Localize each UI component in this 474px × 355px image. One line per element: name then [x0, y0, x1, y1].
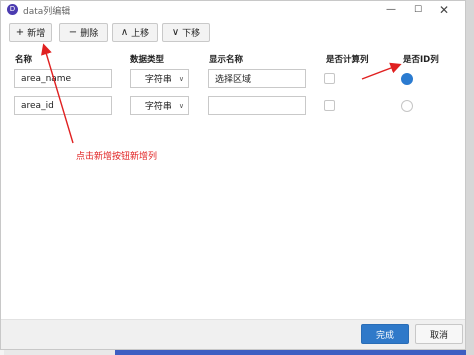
move-up-button-label: 上移 [131, 29, 150, 39]
app-icon: D [7, 4, 18, 15]
chevron-down-icon: ∨ [171, 27, 180, 38]
title-bar: D data列编辑 — ☐ ✕ [1, 1, 465, 19]
is-id-radio[interactable] [401, 73, 413, 85]
annotation-text: 点击新增按钮新增列 [76, 152, 158, 162]
annotation-arrow-to-add [41, 43, 74, 144]
column-header-display: 显示名称 [209, 55, 244, 65]
dialog-window: D data列编辑 — ☐ ✕ + 新增 − 删除 ∧ 上移 ∨ 下移 名称 数… [0, 0, 466, 350]
move-down-button[interactable]: ∨ 下移 [162, 23, 210, 42]
background-taskbar-strip [115, 350, 466, 355]
background-app-edge [466, 0, 474, 355]
delete-button[interactable]: − 删除 [59, 23, 108, 42]
minimize-icon[interactable]: — [379, 2, 403, 18]
type-select-value: 字符串 [144, 75, 172, 85]
finish-button[interactable]: 完成 [361, 324, 409, 344]
chevron-down-icon: ∨ [178, 101, 184, 110]
maximize-icon[interactable]: ☐ [406, 2, 430, 18]
type-select[interactable]: 字符串 ∨ [130, 69, 189, 88]
display-name-input[interactable]: 选择区域 [208, 69, 306, 88]
column-header-is-calc: 是否计算列 [326, 55, 369, 65]
name-input[interactable]: area_id [14, 96, 112, 115]
is-calc-checkbox[interactable] [324, 100, 335, 111]
add-button[interactable]: + 新增 [9, 23, 52, 42]
close-icon[interactable]: ✕ [432, 2, 456, 18]
column-header-is-id: 是否ID列 [403, 55, 439, 65]
annotation-arrow-to-id [361, 62, 402, 80]
is-calc-checkbox[interactable] [324, 73, 335, 84]
is-id-radio[interactable] [401, 100, 413, 112]
cancel-button[interactable]: 取消 [415, 324, 463, 344]
plus-icon: + [15, 27, 25, 38]
column-header-type: 数据类型 [130, 55, 165, 65]
type-select[interactable]: 字符串 ∨ [130, 96, 189, 115]
add-button-label: 新增 [27, 29, 46, 39]
window-title: data列编辑 [23, 7, 71, 17]
column-header-name: 名称 [15, 55, 33, 65]
dialog-footer: 完成 取消 [1, 319, 465, 349]
delete-button-label: 删除 [80, 29, 99, 39]
move-down-button-label: 下移 [182, 29, 201, 39]
name-input[interactable]: area_name [14, 69, 112, 88]
minus-icon: − [68, 27, 78, 38]
chevron-down-icon: ∨ [178, 74, 184, 83]
chevron-up-icon: ∧ [120, 27, 129, 38]
display-name-input[interactable] [208, 96, 306, 115]
type-select-value: 字符串 [144, 102, 172, 112]
move-up-button[interactable]: ∧ 上移 [112, 23, 158, 42]
